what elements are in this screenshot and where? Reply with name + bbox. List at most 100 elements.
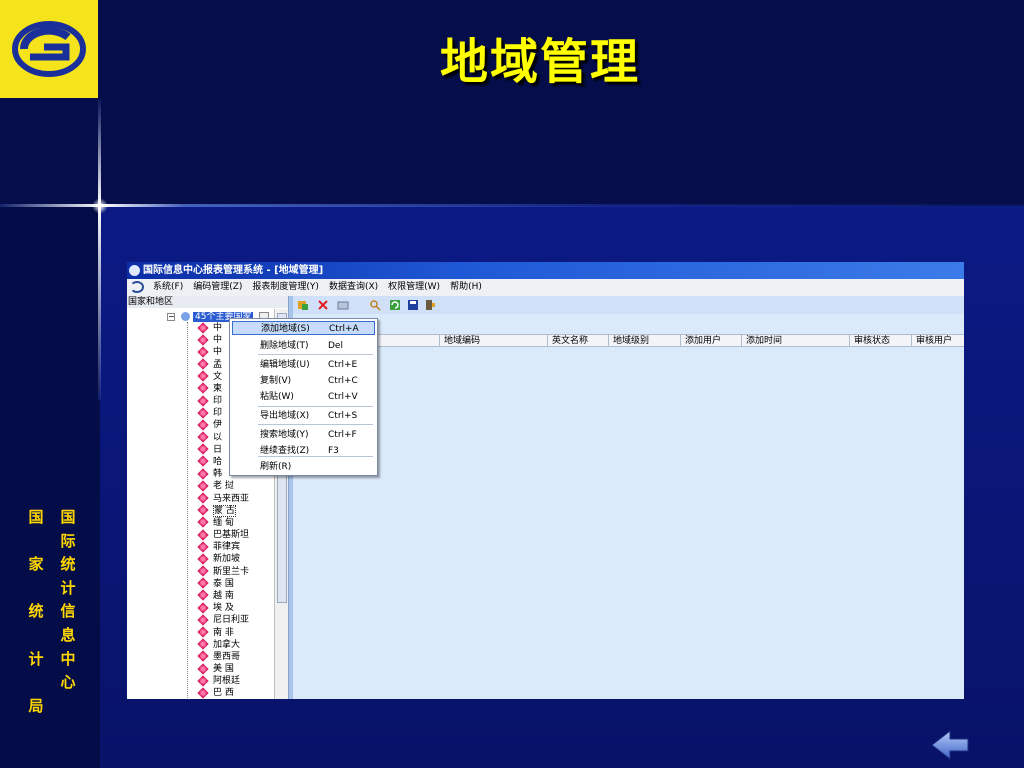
country-node-icon bbox=[197, 455, 209, 468]
context-menu-item[interactable]: 继续查找(Z) F3 bbox=[232, 444, 375, 458]
tree-item[interactable]: 南 非 bbox=[197, 626, 234, 639]
context-menu-item[interactable]: 导出地域(X) Ctrl+S bbox=[232, 409, 375, 423]
country-node-icon bbox=[197, 370, 209, 382]
context-menu-item[interactable]: 添加地域(S) Ctrl+A bbox=[232, 321, 375, 335]
tree-item[interactable]: 老 挝 bbox=[197, 480, 234, 492]
grid-panel: 地域编码 英文名称 地域级别 添加用户 添加时间 审核状态 审核用户 bbox=[293, 296, 964, 699]
app-menu-icon[interactable] bbox=[130, 280, 144, 293]
tree-item-label: 马来西亚 bbox=[213, 493, 250, 504]
tree-item-label: 日 bbox=[213, 444, 223, 455]
tree-item-label: 巴基斯坦 bbox=[213, 530, 250, 541]
tree-item[interactable]: 泰 国 bbox=[197, 577, 234, 590]
add-icon[interactable] bbox=[297, 299, 309, 311]
vertical-light-line bbox=[98, 100, 101, 400]
tree-item[interactable]: 伊 bbox=[197, 419, 223, 431]
tree-item-label: 哈 bbox=[213, 456, 223, 467]
side-char: 统 bbox=[60, 555, 76, 574]
tree-item[interactable]: 巴基斯坦 bbox=[197, 528, 250, 541]
tree-item[interactable]: 印 bbox=[197, 394, 222, 407]
tree-item[interactable]: 缅 甸 bbox=[197, 516, 234, 529]
country-node-icon bbox=[197, 334, 209, 346]
tree-item[interactable]: 中 bbox=[197, 321, 222, 334]
country-node-icon bbox=[197, 321, 209, 334]
column-header[interactable]: 英文名称 bbox=[547, 335, 588, 347]
tree-item[interactable]: 柬 bbox=[197, 382, 222, 395]
column-header[interactable]: 地域编码 bbox=[439, 335, 480, 347]
menu-item[interactable]: 报表制度管理(Y) bbox=[247, 279, 324, 296]
menu-separator bbox=[258, 424, 373, 425]
horizontal-light-line bbox=[0, 204, 1024, 207]
context-menu-shortcut: Ctrl+V bbox=[328, 392, 358, 402]
menu-item[interactable]: 帮助(H) bbox=[445, 279, 487, 296]
country-node-icon bbox=[197, 541, 209, 553]
back-arrow-icon[interactable] bbox=[930, 728, 970, 762]
tree-item-label: 孟 bbox=[213, 359, 223, 370]
edit-icon[interactable] bbox=[337, 299, 349, 311]
country-node-icon bbox=[197, 601, 209, 614]
tree-item-label: 斯里兰卡 bbox=[213, 566, 250, 577]
context-menu-label: 搜索地域(Y) bbox=[260, 430, 309, 440]
tree-item-label: 埃 及 bbox=[213, 603, 234, 614]
context-menu-item[interactable]: 编辑地域(U) Ctrl+E bbox=[232, 358, 375, 372]
column-header[interactable]: 添加用户 bbox=[680, 335, 721, 347]
tree-item[interactable]: 巴 西 bbox=[197, 687, 234, 699]
column-header[interactable]: 审核状态 bbox=[849, 335, 890, 347]
light-spark bbox=[92, 198, 108, 214]
tree-item[interactable]: 印 bbox=[197, 407, 222, 419]
save-icon[interactable] bbox=[407, 299, 419, 311]
exit-icon[interactable] bbox=[424, 299, 436, 311]
tree-item[interactable]: 哈 bbox=[197, 455, 223, 468]
tree-item[interactable]: 斯里兰卡 bbox=[197, 565, 250, 578]
tree-item[interactable]: 韩 bbox=[197, 467, 222, 480]
delete-icon[interactable] bbox=[317, 299, 329, 311]
refresh-icon[interactable] bbox=[389, 299, 401, 311]
tree-item[interactable]: 美 国 bbox=[197, 662, 234, 675]
country-node-icon bbox=[197, 419, 209, 431]
tree-item[interactable]: 越 南 bbox=[197, 589, 234, 602]
tree-item[interactable]: 加拿大 bbox=[197, 638, 240, 651]
tree-item[interactable]: 马来西亚 bbox=[197, 492, 250, 505]
tree-item-label: 泰 国 bbox=[213, 578, 234, 589]
tree-item[interactable]: 以 bbox=[197, 431, 222, 444]
tree-item[interactable]: 孟 bbox=[197, 358, 223, 371]
country-node-icon bbox=[197, 492, 209, 504]
tree-item-label: 巴 西 bbox=[213, 688, 234, 699]
tree-item[interactable]: 墨西哥 bbox=[197, 650, 240, 663]
side-char: 计 bbox=[28, 649, 44, 668]
menu-item[interactable]: 编码管理(Z) bbox=[188, 279, 247, 296]
column-header[interactable]: 地域级别 bbox=[608, 335, 649, 347]
context-menu-item[interactable]: 刷新(R) bbox=[232, 460, 375, 474]
menu-item[interactable]: 数据查询(X) bbox=[324, 279, 383, 296]
tree-item[interactable]: 蒙 古 bbox=[197, 504, 236, 517]
side-char: 息 bbox=[60, 625, 76, 644]
side-char: 心 bbox=[60, 673, 76, 692]
country-node-icon bbox=[197, 467, 209, 480]
search-icon[interactable] bbox=[369, 299, 381, 311]
tree-item[interactable]: 中 bbox=[197, 334, 222, 346]
side-char: 中 bbox=[60, 649, 76, 668]
context-menu-item[interactable]: 复制(V) Ctrl+C bbox=[232, 374, 375, 388]
tree-item[interactable]: 阿根廷 bbox=[197, 675, 240, 687]
context-menu-item[interactable]: 搜索地域(Y) Ctrl+F bbox=[232, 428, 375, 442]
window-title: 国际信息中心报表管理系统 - [地域管理] bbox=[143, 265, 324, 276]
country-node-icon bbox=[197, 626, 209, 638]
tree-item[interactable]: 埃 及 bbox=[197, 601, 234, 614]
tree-item-label: 伊 bbox=[213, 420, 223, 431]
country-node-icon bbox=[197, 431, 209, 443]
tree-item[interactable]: 中 bbox=[197, 346, 222, 358]
side-char: 统 bbox=[28, 602, 44, 621]
tree-item-label: 尼日利亚 bbox=[213, 615, 250, 626]
context-menu-item[interactable]: 删除地域(T) Del bbox=[232, 339, 375, 353]
column-header[interactable]: 添加时间 bbox=[741, 335, 782, 347]
window-titlebar[interactable]: 国际信息中心报表管理系统 - [地域管理] bbox=[127, 262, 964, 279]
tree-item-label: 越 南 bbox=[213, 590, 234, 601]
menu-item[interactable]: 权限管理(W) bbox=[383, 279, 445, 296]
menu-item[interactable]: 系统(F) bbox=[148, 279, 188, 296]
country-node-icon bbox=[197, 577, 209, 589]
tree-item[interactable]: 新加坡 bbox=[197, 553, 240, 565]
collapse-icon[interactable]: − bbox=[167, 312, 175, 321]
column-header[interactable]: 审核用户 bbox=[911, 335, 952, 347]
context-menu-item[interactable]: 粘贴(W) Ctrl+V bbox=[232, 390, 375, 404]
tree-item[interactable]: 尼日利亚 bbox=[197, 614, 250, 626]
tree-item[interactable]: 菲律宾 bbox=[197, 541, 240, 553]
